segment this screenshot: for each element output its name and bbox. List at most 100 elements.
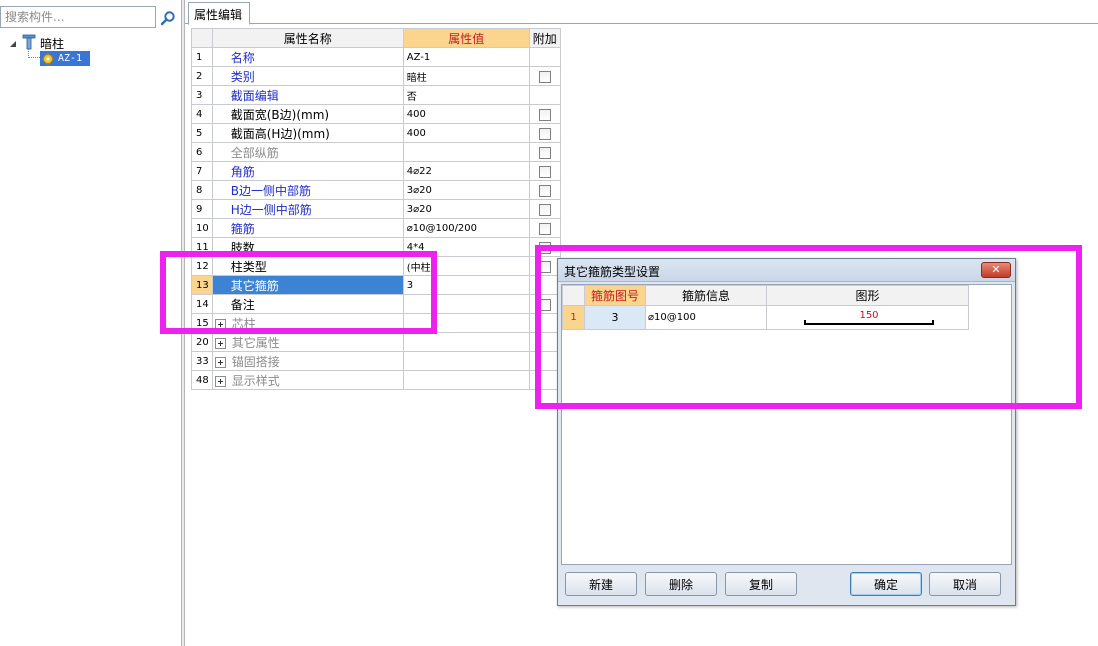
header-property-value[interactable]: 属性值	[402, 28, 530, 48]
property-name[interactable]: 截面宽(B边)(mm)	[211, 104, 404, 124]
property-name[interactable]: B边一侧中部筋	[211, 180, 404, 200]
row-number: 10	[191, 218, 213, 238]
row-number: 3	[191, 85, 213, 105]
row-number: 7	[191, 161, 213, 181]
table-row-group[interactable]: 33 锚固搭接	[191, 351, 561, 371]
property-value[interactable]: 3⌀20	[402, 180, 530, 200]
extra-checkbox[interactable]	[538, 203, 551, 216]
property-value	[402, 351, 530, 371]
extra-cell	[528, 142, 561, 162]
ok-button[interactable]: 确定	[850, 572, 922, 596]
delete-button[interactable]: 删除	[645, 572, 717, 596]
extra-cell	[528, 218, 561, 238]
property-value[interactable]: 否	[402, 85, 530, 105]
highlight-box-dialog	[535, 245, 1082, 409]
extra-cell	[528, 123, 561, 143]
component-tree-panel: 暗柱 AZ-1	[0, 0, 181, 646]
extra-cell	[528, 161, 561, 181]
property-name[interactable]: 截面高(H边)(mm)	[211, 123, 404, 143]
header-extra[interactable]: 附加	[528, 28, 561, 48]
extra-checkbox[interactable]	[538, 222, 551, 235]
extra-checkbox[interactable]	[538, 184, 551, 197]
property-value	[402, 332, 530, 352]
search-box[interactable]	[0, 6, 156, 28]
copy-button[interactable]: 复制	[725, 572, 797, 596]
highlight-box-left	[160, 251, 437, 334]
property-name[interactable]: H边一侧中部筋	[211, 199, 404, 219]
column-icon	[21, 34, 37, 50]
table-row-group[interactable]: 48 显示样式	[191, 370, 561, 390]
tree-node-root[interactable]: 暗柱	[0, 34, 181, 51]
property-group[interactable]: 显示样式	[211, 370, 404, 390]
search-input[interactable]	[1, 7, 155, 27]
extra-checkbox[interactable]	[538, 70, 551, 83]
property-name[interactable]: 截面编辑	[211, 85, 404, 105]
table-row[interactable]: 8 B边一侧中部筋 3⌀20	[191, 180, 561, 200]
table-row[interactable]: 1 名称 AZ-1	[191, 47, 561, 67]
grid-corner	[191, 28, 213, 48]
table-row[interactable]: 6 全部纵筋	[191, 142, 561, 162]
row-number: 6	[191, 142, 213, 162]
property-name[interactable]: 名称	[211, 47, 404, 67]
extra-cell	[528, 104, 561, 124]
table-row[interactable]: 5 截面高(H边)(mm) 400	[191, 123, 561, 143]
expand-plus-icon[interactable]	[214, 356, 226, 368]
property-group[interactable]: 其它属性	[211, 332, 404, 352]
property-value[interactable]	[402, 142, 530, 162]
new-button[interactable]: 新建	[565, 572, 637, 596]
row-number: 33	[191, 351, 213, 371]
property-group-label: 其它属性	[231, 335, 280, 350]
expand-plus-icon[interactable]	[214, 337, 226, 349]
property-value[interactable]: 3⌀20	[402, 199, 530, 219]
property-value	[402, 370, 530, 390]
property-value[interactable]: AZ-1	[402, 47, 530, 67]
tab-strip: 属性编辑	[185, 0, 1098, 25]
property-name[interactable]: 角筋	[211, 161, 404, 181]
property-group-label: 锚固搭接	[231, 354, 280, 369]
table-row[interactable]: 10 箍筋 ⌀10@100/200	[191, 218, 561, 238]
extra-checkbox[interactable]	[538, 146, 551, 159]
property-name[interactable]: 全部纵筋	[211, 142, 404, 162]
extra-checkbox[interactable]	[538, 127, 551, 140]
table-row[interactable]: 2 类别 暗柱	[191, 66, 561, 86]
extra-cell	[528, 180, 561, 200]
cancel-button[interactable]: 取消	[929, 572, 1001, 596]
row-number: 20	[191, 332, 213, 352]
table-row[interactable]: 4 截面宽(B边)(mm) 400	[191, 104, 561, 124]
property-name[interactable]: 类别	[211, 66, 404, 86]
tree-root-label: 暗柱	[40, 37, 65, 51]
header-property-name[interactable]: 属性名称	[211, 28, 404, 48]
extra-cell	[528, 85, 561, 105]
table-row[interactable]: 9 H边一侧中部筋 3⌀20	[191, 199, 561, 219]
extra-cell	[528, 199, 561, 219]
row-number: 48	[191, 370, 213, 390]
property-value[interactable]: 暗柱	[402, 66, 530, 86]
tree-child-label: AZ-1	[58, 53, 83, 64]
property-value[interactable]: ⌀10@100/200	[402, 218, 530, 238]
tree-collapse-icon[interactable]	[9, 37, 17, 47]
extra-cell	[528, 47, 561, 67]
gear-icon	[42, 52, 54, 65]
search-icon[interactable]	[158, 8, 178, 28]
property-value[interactable]: 400	[402, 123, 530, 143]
table-row-group[interactable]: 20 其它属性	[191, 332, 561, 352]
property-group-label: 显示样式	[231, 373, 280, 388]
extra-cell	[528, 66, 561, 86]
row-number: 5	[191, 123, 213, 143]
table-row[interactable]: 7 角筋 4⌀22	[191, 161, 561, 181]
extra-checkbox[interactable]	[538, 165, 551, 178]
expand-plus-icon[interactable]	[214, 375, 226, 387]
property-name[interactable]: 箍筋	[211, 218, 404, 238]
component-tree: 暗柱 AZ-1	[0, 34, 181, 66]
row-number: 2	[191, 66, 213, 86]
property-value[interactable]: 4⌀22	[402, 161, 530, 181]
tree-node-az-1[interactable]: AZ-1	[40, 51, 90, 66]
property-value[interactable]: 400	[402, 104, 530, 124]
property-group[interactable]: 锚固搭接	[211, 351, 404, 371]
tab-property-edit[interactable]: 属性编辑	[188, 2, 250, 25]
grid-header-row: 属性名称 属性值 附加	[191, 28, 561, 48]
row-number: 4	[191, 104, 213, 124]
extra-checkbox[interactable]	[538, 108, 551, 121]
row-number: 9	[191, 199, 213, 219]
table-row[interactable]: 3 截面编辑 否	[191, 85, 561, 105]
